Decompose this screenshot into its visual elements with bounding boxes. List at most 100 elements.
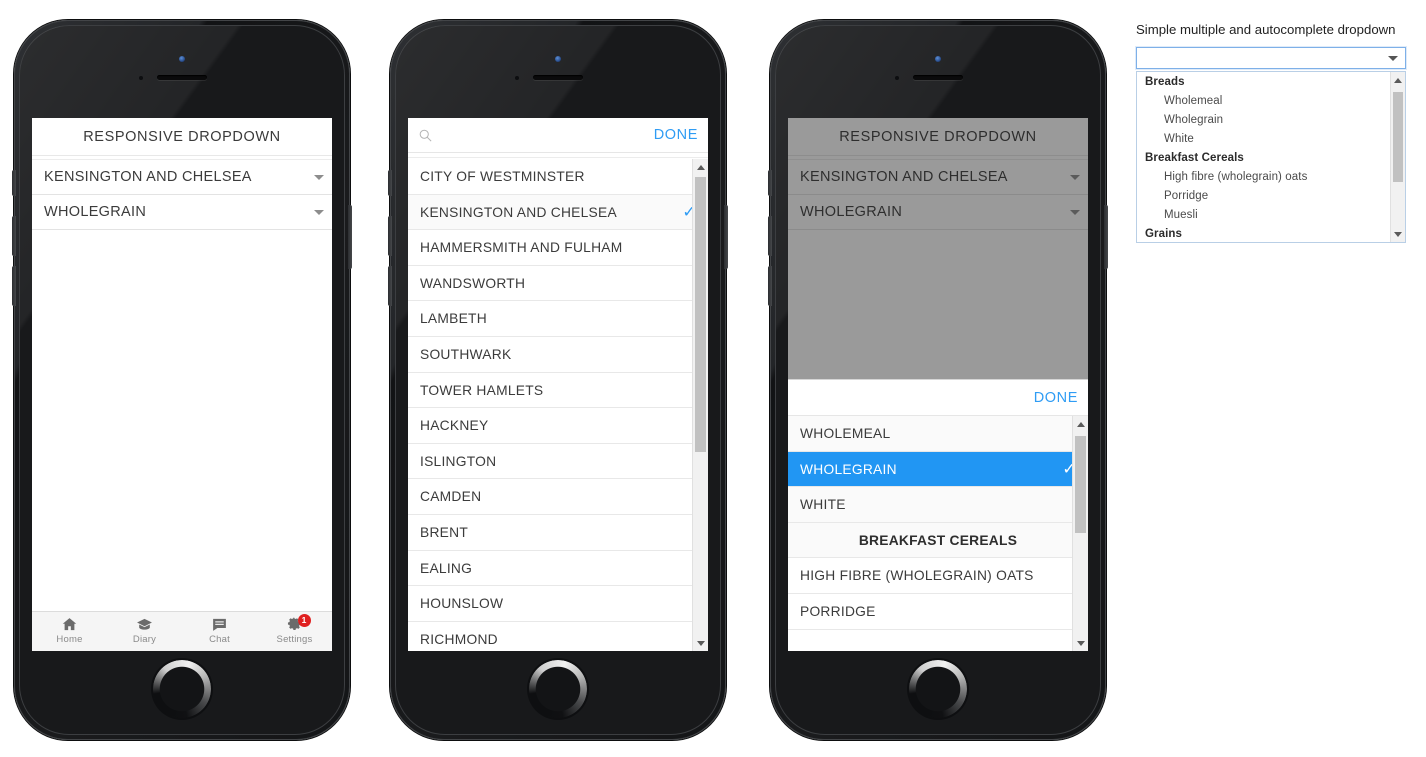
list-item-label: PORRIDGE <box>800 603 876 619</box>
tab-diary-label: Diary <box>132 634 157 645</box>
home-button[interactable] <box>153 660 211 718</box>
list-item-label: WHITE <box>800 497 846 513</box>
home-button[interactable] <box>529 660 587 718</box>
list-item[interactable]: BRENT <box>408 514 708 551</box>
list-item[interactable]: HAMMERSMITH AND FULHAM <box>408 230 708 266</box>
volume-down-button[interactable] <box>12 266 16 306</box>
volume-down-button[interactable] <box>388 266 392 306</box>
home-button-ring <box>909 660 967 718</box>
volume-up-button[interactable] <box>768 216 772 256</box>
list-item-label: WHOLEMEAL <box>800 426 891 441</box>
dropdown-option-list[interactable]: Breads Wholemeal Wholegrain White Breakf… <box>1136 71 1406 243</box>
scroll-down-button[interactable] <box>1391 226 1405 242</box>
phone1-app-title: RESPONSIVE DROPDOWN <box>32 118 332 156</box>
scroll-up-button[interactable] <box>1073 416 1088 432</box>
graduation-cap-icon <box>107 616 182 633</box>
triangle-up-icon <box>696 164 705 170</box>
front-camera-icon <box>179 56 185 62</box>
list-group-header: BREAKFAST CEREALS <box>788 522 1088 559</box>
mute-switch[interactable] <box>768 170 772 196</box>
list-item[interactable]: WHITE <box>788 487 1088 523</box>
scrollbar-thumb[interactable] <box>1393 92 1403 182</box>
settings-notification-badge: 1 <box>297 614 311 627</box>
power-button[interactable] <box>1104 205 1108 269</box>
option-group-header: Grains <box>1145 227 1183 240</box>
scrollbar-thumb[interactable] <box>695 177 706 452</box>
list-item[interactable]: WHOLEMEAL <box>788 416 1088 452</box>
list-item-label: SOUTHWARK <box>420 346 512 362</box>
triangle-up-icon <box>1394 77 1402 83</box>
list-item[interactable]: TOWER HAMLETS <box>408 372 708 409</box>
list-item-label: CITY OF WESTMINSTER <box>420 169 585 184</box>
tab-home[interactable]: Home <box>32 612 107 651</box>
chat-bubble-icon <box>182 616 257 633</box>
list-item[interactable]: EALING <box>408 550 708 587</box>
list-item-label: HIGH FIBRE (WHOLEGRAIN) OATS <box>800 568 1034 584</box>
scroll-down-button[interactable] <box>1073 635 1088 651</box>
tab-settings[interactable]: Settings 1 <box>257 612 332 651</box>
front-camera-icon <box>935 56 941 62</box>
dropdown-option[interactable]: Porridge <box>1137 186 1405 205</box>
list-item[interactable]: HACKNEY <box>408 408 708 444</box>
home-button[interactable] <box>909 660 967 718</box>
mute-switch[interactable] <box>388 170 392 196</box>
list-item-label: ISLINGTON <box>420 453 497 469</box>
multiselect-text-input[interactable] <box>1142 50 1372 66</box>
list-item[interactable]: SOUTHWARK <box>408 336 708 373</box>
phone1-screen: RESPONSIVE DROPDOWN KENSINGTON AND CHELS… <box>32 118 332 651</box>
phone2-scrollbar[interactable] <box>692 159 708 651</box>
phone2-done-button[interactable]: DONE <box>654 118 698 153</box>
power-button[interactable] <box>348 205 352 269</box>
tab-settings-label: Settings <box>276 634 313 645</box>
list-item[interactable]: CAMDEN <box>408 479 708 515</box>
tab-chat-label: Chat <box>209 634 230 645</box>
proximity-sensor-icon <box>139 76 143 80</box>
list-item-label: KENSINGTON AND CHELSEA <box>420 204 617 220</box>
phone1-dropdown-field-2[interactable]: WHOLEGRAIN <box>32 195 332 230</box>
list-item[interactable]: CITY OF WESTMINSTER <box>408 159 708 195</box>
volume-down-button[interactable] <box>768 266 772 306</box>
multiselect-input-box[interactable] <box>1136 47 1406 69</box>
list-item-label: EALING <box>420 560 473 576</box>
front-camera-icon <box>555 56 561 62</box>
phone3-scrollbar[interactable] <box>1072 416 1088 651</box>
dropdown-option[interactable]: Wholegrain <box>1137 110 1405 129</box>
power-button[interactable] <box>724 205 728 269</box>
phone3-option-list[interactable]: WHOLEMEAL WHOLEGRAIN ✓ WHITE BREAKFAST CE… <box>788 416 1088 651</box>
dropdown-option[interactable]: Muesli <box>1137 205 1405 224</box>
list-item[interactable]: PORRIDGE <box>788 593 1088 630</box>
chevron-down-icon <box>314 175 324 180</box>
scroll-down-button[interactable] <box>693 635 708 651</box>
list-item[interactable]: RICHMOND <box>408 621 708 651</box>
phone3-screen: RESPONSIVE DROPDOWN KENSINGTON AND CHELS… <box>788 118 1088 651</box>
list-group-label: BREAKFAST CEREALS <box>858 532 1018 548</box>
dropdown-option[interactable]: White <box>1137 129 1405 148</box>
dropdown-option[interactable]: Wholemeal <box>1137 91 1405 110</box>
scrollbar-thumb[interactable] <box>1075 436 1086 533</box>
list-item[interactable]: HOUNSLOW <box>408 586 708 622</box>
list-item[interactable]: LAMBETH <box>408 301 708 337</box>
autocomplete-dropdown-panel: Simple multiple and autocomplete dropdow… <box>1136 22 1406 243</box>
tab-diary[interactable]: Diary <box>107 612 182 651</box>
volume-up-button[interactable] <box>388 216 392 256</box>
scroll-up-button[interactable] <box>1391 72 1405 88</box>
list-item[interactable]: ISLINGTON <box>408 443 708 480</box>
phone-mockup-1: RESPONSIVE DROPDOWN KENSINGTON AND CHELS… <box>12 20 352 740</box>
phone3-done-button[interactable]: DONE <box>1034 380 1078 416</box>
chevron-down-icon[interactable] <box>1388 56 1398 61</box>
volume-up-button[interactable] <box>12 216 16 256</box>
list-item[interactable]: WANDSWORTH <box>408 265 708 302</box>
list-item-selected[interactable]: WHOLEGRAIN ✓ <box>788 451 1088 488</box>
scroll-up-button[interactable] <box>693 159 708 175</box>
panel-scrollbar[interactable] <box>1390 72 1405 242</box>
dropdown-option[interactable]: High fibre (wholegrain) oats <box>1137 167 1405 186</box>
phone1-dropdown-field-1[interactable]: KENSINGTON AND CHELSEA <box>32 160 332 195</box>
phone2-option-list[interactable]: CITY OF WESTMINSTER KENSINGTON AND CHELS… <box>408 159 708 651</box>
list-item[interactable]: HIGH FIBRE (WHOLEGRAIN) OATS <box>788 558 1088 594</box>
phone1-tab-bar: Home Diary Chat Settings 1 <box>32 611 332 651</box>
phone2-search-input[interactable] <box>440 126 590 141</box>
list-item-label: HACKNEY <box>420 418 489 434</box>
list-item[interactable]: KENSINGTON AND CHELSEA ✓ <box>408 194 708 231</box>
mute-switch[interactable] <box>12 170 16 196</box>
tab-chat[interactable]: Chat <box>182 612 257 651</box>
